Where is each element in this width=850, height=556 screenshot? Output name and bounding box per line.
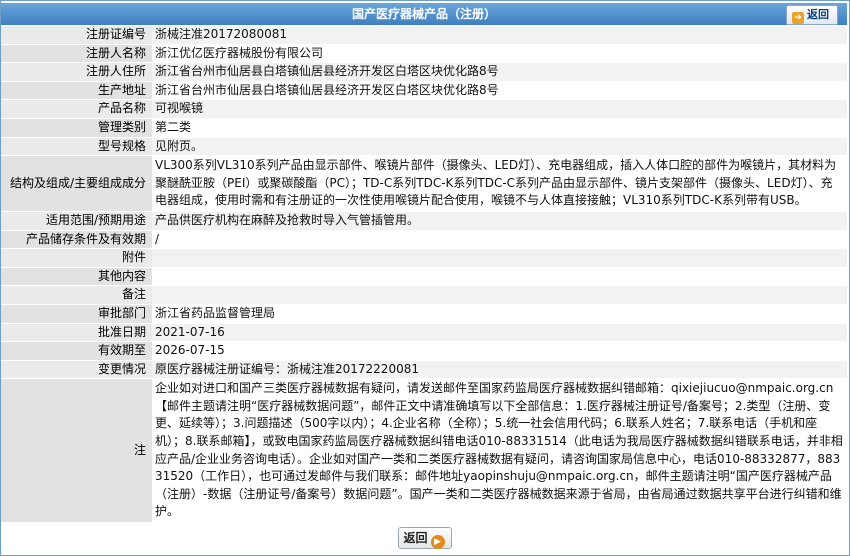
- field-label: 生产地址: [1, 81, 152, 101]
- field-value: 2026-07-15: [152, 341, 847, 361]
- table-row: 其他内容: [1, 267, 847, 287]
- page-title: 国产医疗器械产品（注册）: [351, 7, 496, 21]
- table-row: 有效期至 2026-07-15: [1, 341, 847, 361]
- field-value: 企业如对进口和国产三类医疗器械数据有疑问，请发送邮件至国家药监局医疗器械数据纠错…: [152, 378, 847, 524]
- back-label-bottom: 返回: [403, 531, 428, 545]
- field-value: VL300系列VL310系列产品由显示部件、喉镜片部件（摄像头、LED灯）、充电…: [152, 155, 847, 212]
- field-value: 产品供医疗机构在麻醉及抢救时导入气管插管用。: [152, 211, 847, 231]
- table-row: 附件: [1, 248, 847, 268]
- table-row: 变更情况 原医疗器械注册证编号：浙械注准20172220081: [1, 360, 847, 380]
- table-row: 注企业如对进口和国产三类医疗器械数据有疑问，请发送邮件至国家药监局医疗器械数据纠…: [1, 378, 847, 524]
- field-value: 第二类: [152, 118, 847, 138]
- table-row: 产品名称 可视喉镜: [1, 99, 847, 119]
- field-value: 浙江省台州市仙居县白塔镇仙居县经济开发区白塔区块优化路8号: [152, 81, 847, 101]
- field-label: 批准日期: [1, 323, 152, 343]
- table-row: 适用范围/预期用途 产品供医疗机构在麻醉及抢救时导入气管插管用。: [1, 211, 847, 231]
- field-label: 产品储存条件及有效期: [1, 230, 152, 250]
- field-label: 管理类别: [1, 118, 152, 138]
- field-label: 其他内容: [1, 267, 152, 287]
- field-value: 2021-07-16: [152, 323, 847, 343]
- field-label: 型号规格: [1, 137, 152, 157]
- table-row: 注册人名称 浙江优亿医疗器械股份有限公司: [1, 44, 847, 64]
- table-row: 管理类别 第二类: [1, 118, 847, 138]
- field-value: /: [152, 230, 847, 250]
- back-button-bottom[interactable]: 返回 ▶: [398, 527, 452, 549]
- table-row: 结构及组成/主要组成成分 VL300系列VL310系列产品由显示部件、喉镜片部件（…: [1, 155, 847, 212]
- field-value: 见附页。: [152, 137, 847, 157]
- field-label: 注册人住所: [1, 62, 152, 82]
- back-label-top: 返回: [807, 8, 829, 21]
- detail-table: 注册证编号 浙械注准20172080081 注册人名称 浙江优亿医疗器械股份有限公司注…: [1, 26, 847, 524]
- field-label: 产品名称: [1, 99, 152, 119]
- field-label: 附件: [1, 248, 152, 268]
- table-row: 注册证编号 浙械注准20172080081: [1, 26, 847, 45]
- table-row: 注册人住所 浙江省台州市仙居县白塔镇仙居县经济开发区白塔区块优化路8号: [1, 62, 847, 82]
- field-value: [152, 267, 847, 287]
- field-label: 变更情况: [1, 360, 152, 380]
- table-row: 型号规格 见附页。: [1, 137, 847, 157]
- field-value: [152, 285, 847, 305]
- table-row: 生产地址 浙江省台州市仙居县白塔镇仙居县经济开发区白塔区块优化路8号: [1, 81, 847, 101]
- table-row: 审批部门 浙江省药品监督管理局: [1, 304, 847, 324]
- field-label: 备注: [1, 285, 152, 305]
- arrow-right-icon: ▶: [430, 535, 445, 549]
- table-row: 批准日期 2021-07-16: [1, 323, 847, 343]
- field-value: 浙械注准20172080081: [152, 26, 847, 45]
- field-value: [152, 248, 847, 268]
- arrow-right-icon: ➜: [792, 12, 804, 24]
- field-label: 注册证编号: [1, 26, 152, 45]
- field-value: 可视喉镜: [152, 99, 847, 119]
- table-row: 备注: [1, 285, 847, 305]
- field-label: 审批部门: [1, 304, 152, 324]
- field-value: 浙江优亿医疗器械股份有限公司: [152, 44, 847, 64]
- field-value: 浙江省台州市仙居县白塔镇仙居县经济开发区白塔区块优化路8号: [152, 62, 847, 82]
- field-label: 适用范围/预期用途: [1, 211, 152, 231]
- field-label: 结构及组成/主要组成成分: [1, 155, 152, 212]
- field-value: 原医疗器械注册证编号：浙械注准20172220081: [152, 360, 847, 380]
- field-label: 注册人名称: [1, 44, 152, 64]
- back-button-top[interactable]: ➜ 返回: [786, 5, 838, 25]
- field-value: 浙江省药品监督管理局: [152, 304, 847, 324]
- page-header: 国产医疗器械产品（注册）: [1, 3, 847, 25]
- field-label: 注: [1, 378, 152, 524]
- table-row: 产品储存条件及有效期 /: [1, 230, 847, 250]
- field-label: 有效期至: [1, 341, 152, 361]
